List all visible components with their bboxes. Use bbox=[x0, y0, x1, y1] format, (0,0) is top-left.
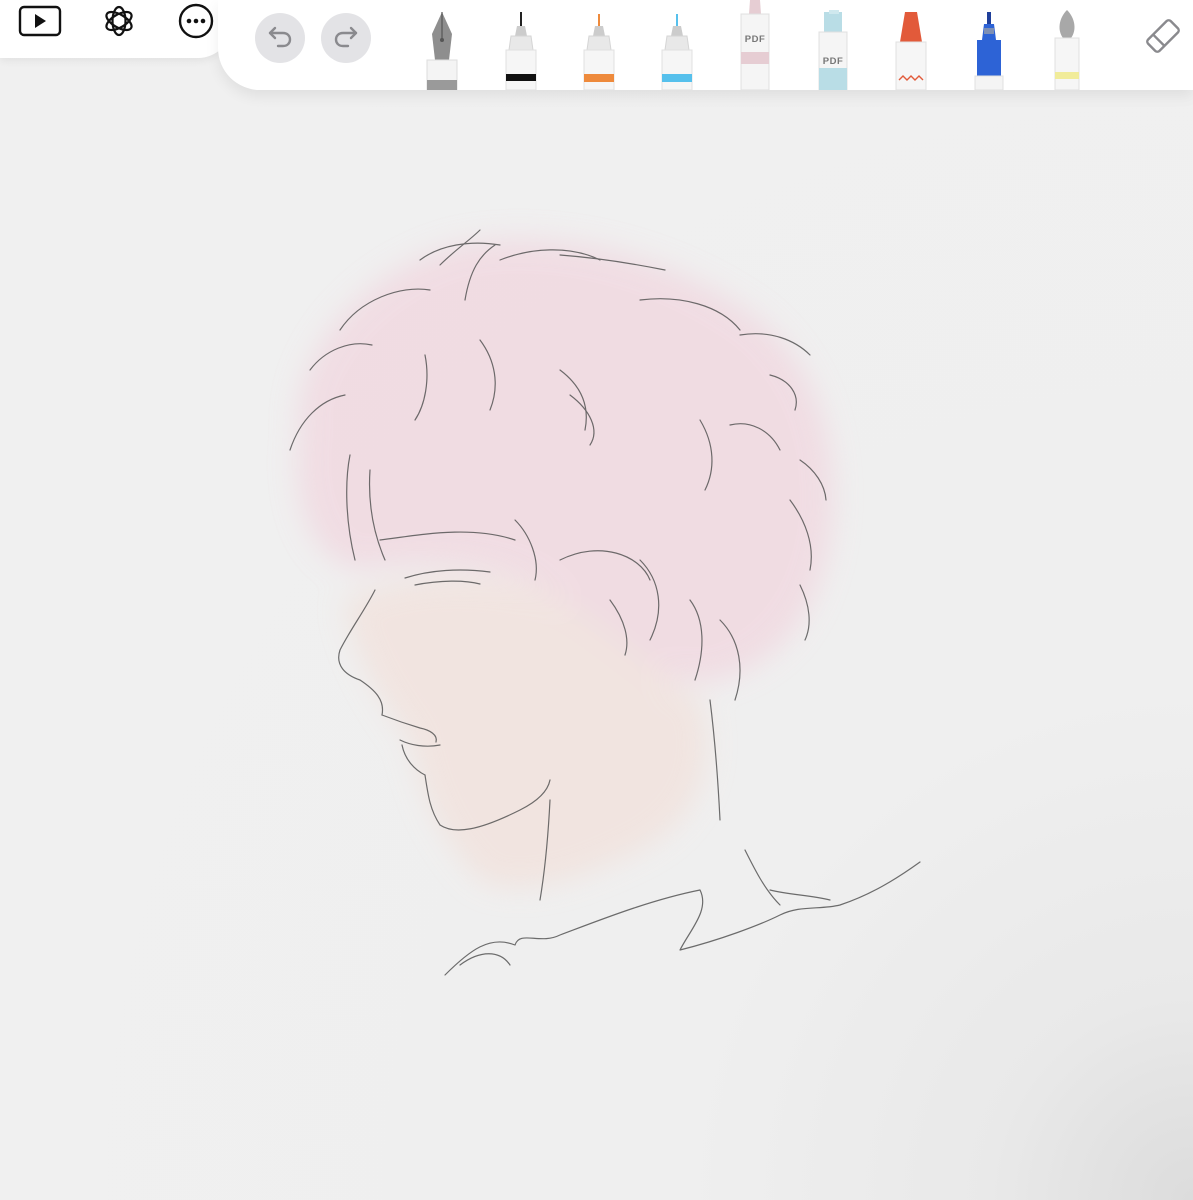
redo-icon bbox=[332, 22, 360, 55]
tool-palette: PDF PDF bbox=[218, 0, 1193, 91]
watercolor-brush-tool[interactable] bbox=[1049, 0, 1085, 91]
more-options-icon bbox=[177, 2, 215, 45]
eraser-button[interactable] bbox=[1138, 13, 1188, 63]
highlighter-blue-tool[interactable]: PDF bbox=[815, 0, 851, 91]
left-top-panel bbox=[0, 0, 232, 58]
redo-button[interactable] bbox=[321, 13, 371, 63]
eraser-icon bbox=[1141, 14, 1185, 63]
marker-pink-label: PDF bbox=[744, 34, 766, 45]
fineliner-blue-tool[interactable] bbox=[659, 0, 695, 91]
undo-icon bbox=[266, 22, 294, 55]
openai-logo-icon bbox=[100, 2, 138, 45]
play-button[interactable] bbox=[18, 4, 62, 42]
highlighter-blue-label: PDF bbox=[822, 56, 844, 67]
sketch-drawing bbox=[289, 229, 921, 976]
marker-pink-tool[interactable]: PDF bbox=[737, 0, 773, 91]
more-options-button[interactable] bbox=[174, 2, 218, 45]
chatgpt-button[interactable] bbox=[97, 4, 141, 42]
play-icon bbox=[18, 4, 62, 43]
fountain-pen-tool[interactable] bbox=[424, 0, 460, 91]
fineliner-black-tool[interactable] bbox=[503, 0, 539, 91]
crayon-red-tool[interactable] bbox=[893, 0, 929, 91]
drawing-canvas[interactable] bbox=[0, 0, 1193, 1200]
fineliner-orange-tool[interactable] bbox=[581, 0, 617, 91]
pen-blue-tool[interactable] bbox=[971, 0, 1007, 91]
undo-button[interactable] bbox=[255, 13, 305, 63]
